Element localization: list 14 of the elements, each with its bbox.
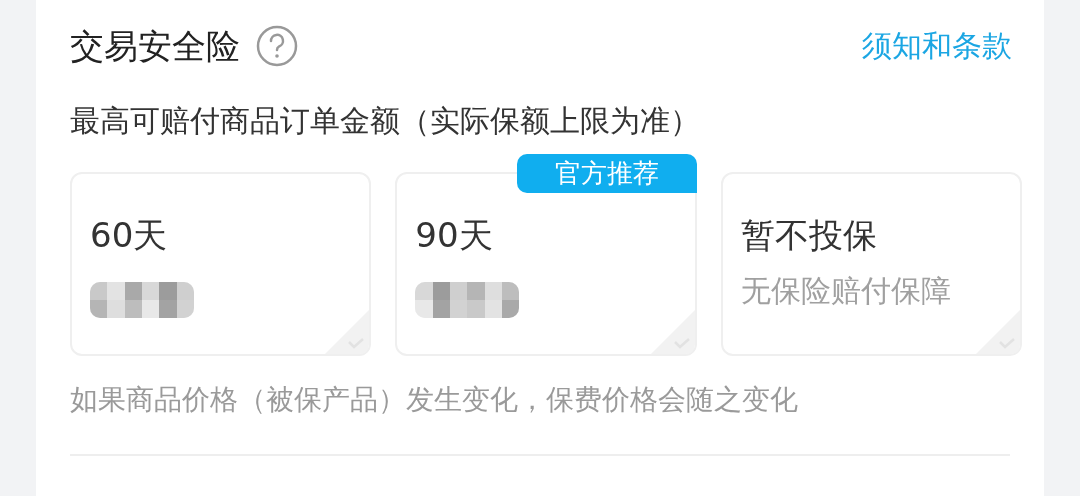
plan-note: 无保险赔付保障 — [740, 276, 951, 306]
check-corner-icon — [650, 310, 695, 354]
check-corner-icon — [325, 310, 370, 354]
check-corner-icon — [976, 310, 1020, 354]
recommended-badge: 官方推荐 — [516, 154, 697, 193]
help-icon[interactable] — [256, 25, 298, 67]
price-change-note: 如果商品价格（被保产品）发生变化，保费价格会随之变化 — [70, 386, 799, 414]
section-title: 交易安全险 — [70, 29, 240, 63]
plan-label: 60天 — [90, 218, 168, 252]
plan-label: 暂不投保 — [740, 218, 877, 252]
plan-label: 90天 — [415, 218, 493, 252]
plan-option-card[interactable]: 暂不投保 无保险赔付保障 — [720, 172, 1022, 356]
plan-option-card[interactable]: 60天 — [70, 172, 372, 356]
coverage-description: 最高可赔付商品订单金额（实际保额上限为准） — [70, 106, 701, 136]
